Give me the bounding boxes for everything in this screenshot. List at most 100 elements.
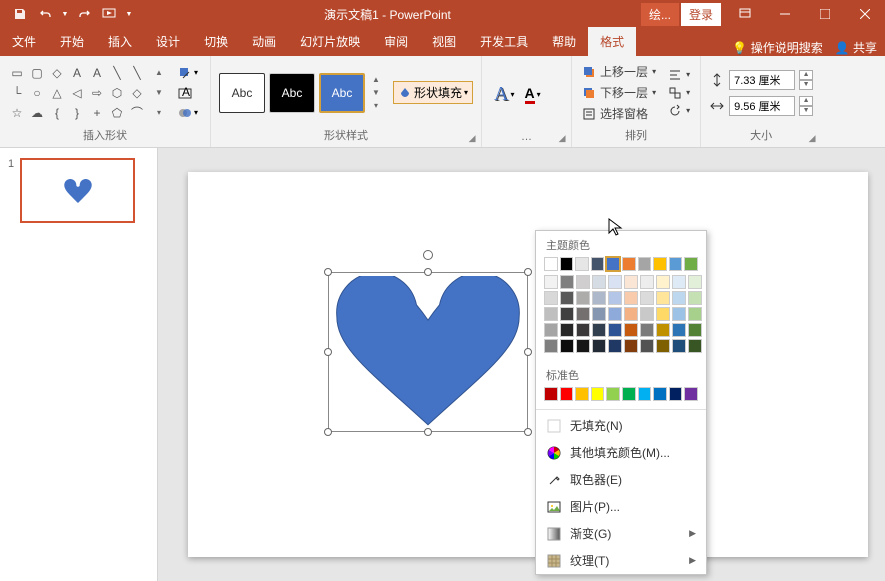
shade-swatch[interactable] (608, 291, 622, 305)
shape-line-icon[interactable]: ╲ (108, 64, 126, 82)
shape-snip-icon[interactable]: ◇ (48, 64, 66, 82)
shapes-gallery[interactable]: ▭ ▢ ◇ A A ╲ ╲ └ ○ △ ◁ ⇨ ⬡ ◇ ☆ ☁ { } + ⬠ (8, 64, 146, 122)
shapes-more[interactable]: ▾ (152, 104, 166, 122)
shapes-scroll-up[interactable]: ▲ (152, 64, 166, 82)
shade-swatch[interactable] (608, 275, 622, 289)
tab-view[interactable]: 视图 (420, 27, 468, 56)
theme-swatch[interactable] (653, 257, 667, 271)
shade-swatch[interactable] (656, 275, 670, 289)
theme-swatch[interactable] (544, 257, 558, 271)
shade-swatch[interactable] (544, 307, 558, 321)
shade-swatch[interactable] (560, 275, 574, 289)
shade-swatch[interactable] (688, 291, 702, 305)
shade-swatch[interactable] (560, 323, 574, 337)
theme-swatch[interactable] (638, 257, 652, 271)
shade-swatch[interactable] (624, 291, 638, 305)
style-thumb-3[interactable]: Abc (319, 73, 365, 113)
text-fill-button[interactable]: A▾ (521, 83, 545, 106)
shape-pent-icon[interactable]: ⬠ (108, 104, 126, 122)
minimize-button[interactable] (765, 0, 805, 28)
shape-brace2-icon[interactable]: } (68, 104, 86, 122)
shape-fill-button[interactable]: 形状填充▾ (393, 81, 473, 104)
styles-more[interactable]: ▾ (369, 99, 383, 112)
tab-review[interactable]: 审阅 (372, 27, 420, 56)
texture-item[interactable]: 纹理(T)▶ (536, 547, 706, 574)
close-button[interactable] (845, 0, 885, 28)
shade-swatch[interactable] (624, 339, 638, 353)
size-launcher[interactable]: ◢ (805, 131, 819, 145)
shape-rrect-icon[interactable]: ▢ (28, 64, 46, 82)
shade-swatch[interactable] (640, 323, 654, 337)
tab-insert[interactable]: 插入 (96, 27, 144, 56)
styles-scroll-down[interactable]: ▼ (369, 86, 383, 99)
theme-swatch[interactable] (575, 257, 589, 271)
height-down[interactable]: ▼ (799, 80, 813, 90)
tab-developer[interactable]: 开发工具 (468, 27, 540, 56)
shape-line2-icon[interactable]: ╲ (128, 64, 146, 82)
slide[interactable] (188, 172, 868, 557)
shade-swatch[interactable] (624, 307, 638, 321)
bring-forward-button[interactable]: 上移一层▾ (580, 62, 658, 81)
share-button[interactable]: 👤 共享 (835, 39, 877, 56)
slide-canvas-area[interactable]: 主题颜色 标准色 无填充(N) 其他填充颜色(M)... 取色器(E) 图片(P… (158, 148, 885, 581)
send-backward-button[interactable]: 下移一层▾ (580, 83, 658, 102)
shade-swatch[interactable] (672, 307, 686, 321)
align-button[interactable]: ▾ (666, 67, 692, 83)
resize-handle-s[interactable] (424, 428, 432, 436)
shade-swatch[interactable] (592, 291, 606, 305)
shape-rect-icon[interactable]: ▭ (8, 64, 26, 82)
shade-swatch[interactable] (672, 339, 686, 353)
theme-swatch[interactable] (606, 257, 620, 271)
height-up[interactable]: ▲ (799, 70, 813, 80)
no-fill-item[interactable]: 无填充(N) (536, 412, 706, 439)
shape-brace-icon[interactable]: { (48, 104, 66, 122)
style-thumb-1[interactable]: Abc (219, 73, 265, 113)
shade-swatch[interactable] (576, 323, 590, 337)
shade-swatch[interactable] (672, 291, 686, 305)
undo-dropdown[interactable]: ▼ (60, 2, 70, 26)
qat-customize-dropdown[interactable]: ▼ (124, 2, 134, 26)
shape-styles-launcher[interactable]: ◢ (465, 131, 479, 145)
redo-button[interactable] (72, 2, 96, 26)
shade-swatch[interactable] (544, 323, 558, 337)
resize-handle-w[interactable] (324, 348, 332, 356)
standard-swatch[interactable] (622, 387, 636, 401)
shade-swatch[interactable] (656, 291, 670, 305)
tab-format[interactable]: 格式 (588, 27, 636, 56)
standard-swatch[interactable] (560, 387, 574, 401)
start-from-beginning-button[interactable] (98, 2, 122, 26)
shade-swatch[interactable] (624, 323, 638, 337)
width-input[interactable] (729, 96, 795, 116)
selection-pane-button[interactable]: 选择窗格 (580, 104, 658, 123)
shade-swatch[interactable] (688, 307, 702, 321)
wordart-launcher[interactable]: ◢ (555, 131, 569, 145)
shade-swatch[interactable] (688, 275, 702, 289)
slide-thumbnail-1[interactable]: 1 (8, 158, 149, 223)
shade-swatch[interactable] (608, 307, 622, 321)
shade-swatch[interactable] (560, 291, 574, 305)
theme-swatch[interactable] (560, 257, 574, 271)
shade-swatch[interactable] (592, 275, 606, 289)
rotate-handle[interactable] (423, 250, 433, 260)
tab-design[interactable]: 设计 (144, 27, 192, 56)
shade-swatch[interactable] (592, 339, 606, 353)
edit-shape-button[interactable]: ▾ (174, 64, 202, 82)
shade-swatch[interactable] (560, 339, 574, 353)
save-button[interactable] (8, 2, 32, 26)
standard-swatch[interactable] (544, 387, 558, 401)
ribbon-display-options[interactable] (725, 0, 765, 28)
tab-file[interactable]: 文件 (0, 27, 48, 56)
standard-swatch[interactable] (638, 387, 652, 401)
shade-swatch[interactable] (544, 275, 558, 289)
tab-help[interactable]: 帮助 (540, 27, 588, 56)
shade-swatch[interactable] (640, 275, 654, 289)
shade-swatch[interactable] (688, 339, 702, 353)
undo-button[interactable] (34, 2, 58, 26)
standard-swatch[interactable] (653, 387, 667, 401)
style-thumb-2[interactable]: Abc (269, 73, 315, 113)
tab-home[interactable]: 开始 (48, 27, 96, 56)
text-box-button[interactable]: A (174, 84, 202, 102)
standard-swatch[interactable] (684, 387, 698, 401)
shape-hex-icon[interactable]: ⬡ (108, 84, 126, 102)
shape-star-icon[interactable]: ☆ (8, 104, 26, 122)
